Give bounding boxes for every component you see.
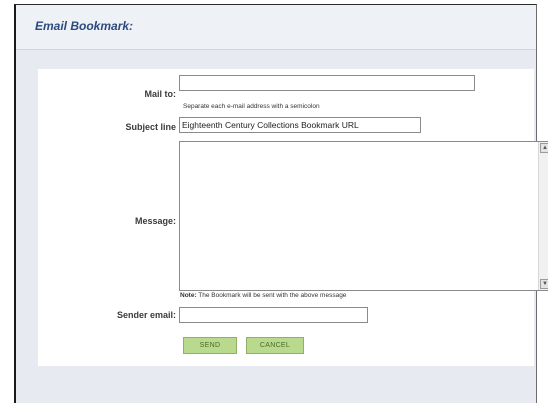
scroll-down-arrow-icon[interactable]: ▼ — [540, 279, 548, 289]
scroll-up-arrow-icon[interactable]: ▲ — [540, 143, 548, 153]
message-note-prefix: Note: — [180, 292, 197, 299]
sender-email-input[interactable] — [179, 307, 368, 323]
message-scrollbar[interactable]: ▲ ▼ — [538, 142, 548, 290]
mail-to-input[interactable] — [179, 75, 475, 91]
subject-line-input[interactable] — [179, 117, 421, 133]
dialog-header: Email Bookmark: — [16, 5, 536, 50]
cancel-button[interactable]: CANCEL — [246, 337, 304, 354]
sender-email-label: Sender email: — [116, 310, 176, 320]
mail-to-label: Mail to: — [144, 89, 177, 99]
form-panel: Mail to: Separate each e-mail address wi… — [38, 68, 548, 366]
mail-to-hint: Separate each e-mail address with a semi… — [183, 103, 320, 110]
send-button[interactable]: SEND — [183, 337, 237, 354]
message-textarea-box: ▲ ▼ — [179, 141, 548, 291]
dialog-title: Email Bookmark: — [35, 19, 134, 33]
message-label: Message: — [134, 216, 176, 226]
subject-line-label: Subject line — [125, 122, 176, 132]
message-note-text: The Bookmark will be sent with the above… — [196, 292, 347, 299]
email-bookmark-dialog: Email Bookmark: Mail to: Separate each e… — [14, 4, 548, 403]
message-textarea[interactable] — [180, 142, 538, 290]
message-note: Note: The Bookmark will be sent with the… — [180, 292, 346, 299]
